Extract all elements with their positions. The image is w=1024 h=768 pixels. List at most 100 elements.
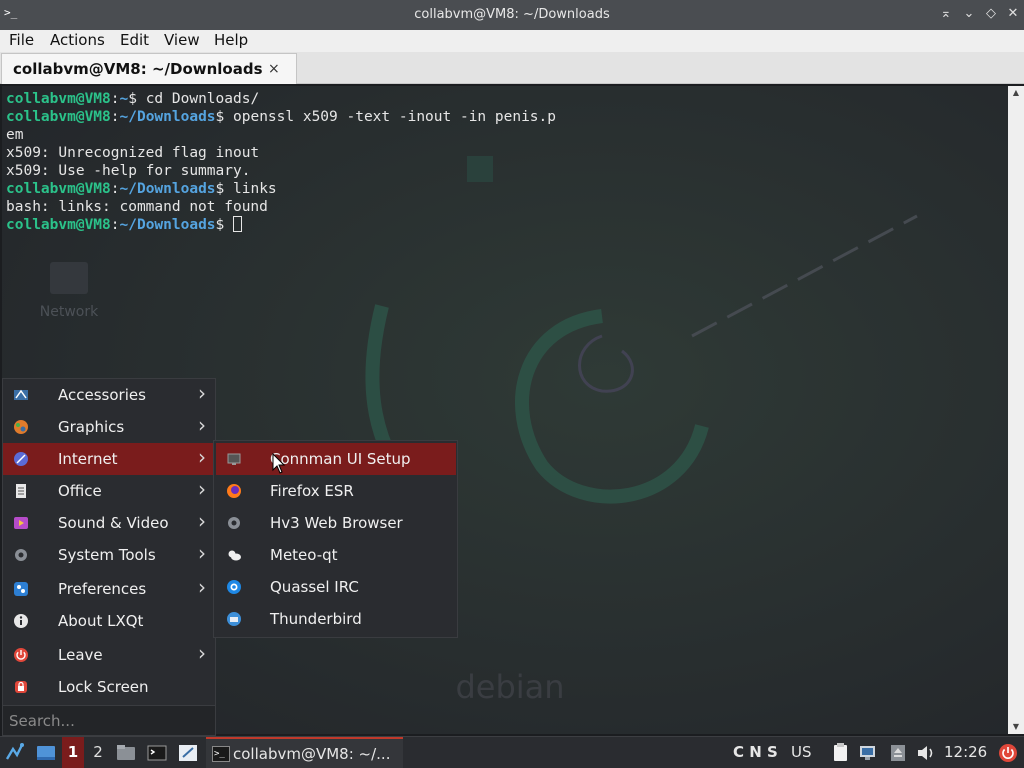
chevron-right-icon: › [198,575,206,599]
prompt-user: collabvm@VM8 [6,109,111,125]
menu-item-label: Accessories [58,386,146,404]
thunderbird-icon [226,611,242,627]
text-editor-launcher[interactable] [176,737,200,768]
submenu-item-label: Hv3 Web Browser [270,514,403,532]
close-icon[interactable]: ✕ [1005,6,1021,22]
menu-item-accessories[interactable]: Accessories › [3,379,215,411]
menu-item-graphics[interactable]: Graphics › [3,411,215,443]
terminal-prompt-line: collabvm@VM8:~$ cd Downloads/ [6,91,260,107]
window-titlebar[interactable]: >_ collabvm@VM8: ~/Downloads ⌅ ⌄ ◇ ✕ [0,0,1024,30]
menu-item-internet[interactable]: Internet › [3,443,215,475]
connman-icon [226,451,242,467]
chevron-right-icon: › [198,381,206,405]
menu-item-leave[interactable]: Leave › [3,639,215,671]
prompt-path: ~/Downloads [119,181,216,197]
volume-tray-button[interactable] [915,737,937,768]
prompt-user: collabvm@VM8 [6,217,111,233]
menu-item-label: Leave [58,646,103,664]
submenu-item-label: Thunderbird [270,610,362,628]
submenu-item-label: Meteo-qt [270,546,338,564]
terminal-output-line: em [6,127,24,143]
terminal-output-line: x509: Unrecognized flag inout [6,145,260,161]
folder-icon [117,745,135,760]
scroll-up-icon[interactable]: ▲ [1011,88,1021,98]
removable-media-tray-button[interactable] [887,737,909,768]
keep-above-icon[interactable]: ⌅ [938,6,954,22]
menu-item-about-lxqt[interactable]: About LXQt [3,605,215,637]
menu-item-label: About LXQt [58,612,144,630]
submenu-item-hv3-web-browser[interactable]: Hv3 Web Browser [216,507,456,539]
submenu-item-label: Firefox ESR [270,482,354,500]
menu-item-system-tools[interactable]: System Tools › [3,539,215,571]
workspace-2-button[interactable]: 2 [88,737,108,768]
network-tray-button[interactable] [857,737,879,768]
scroll-down-icon[interactable]: ▼ [1011,722,1021,732]
terminal-scrollbar[interactable]: ▲ ▼ [1008,86,1024,734]
menu-search-input[interactable] [5,709,211,733]
tab-label: collabvm@VM8: ~/Downloads [13,60,263,78]
chevron-right-icon: › [198,413,206,437]
tab-close-icon[interactable]: × [268,61,280,77]
prompt-command: openssl x509 -text -inout -in penis.p [233,109,557,125]
lock-icon [13,679,29,695]
menu-item-label: Office [58,482,102,500]
window-title: collabvm@VM8: ~/Downloads [414,7,610,22]
debian-logo-text: debian [455,668,564,706]
internet-icon [13,451,29,467]
menu-help[interactable]: Help [213,31,249,51]
internet-submenu: Connman UI Setup Firefox ESR Hv3 Web Brows… [213,440,458,638]
hv3-icon [226,515,242,531]
taskbar-task-terminal[interactable]: >_ collabvm@VM8: ~/... [206,737,403,768]
menu-item-sound-video[interactable]: Sound & Video › [3,507,215,539]
keyboard-layout-indicator[interactable]: US [791,743,812,761]
system-tools-icon [13,547,29,563]
menu-search [3,705,215,735]
eject-icon [891,745,905,761]
start-menu-button[interactable] [2,737,28,768]
menu-file[interactable]: File [8,31,35,51]
menu-actions[interactable]: Actions [49,31,106,51]
terminal-launcher[interactable] [145,737,169,768]
minimize-icon[interactable]: ⌄ [961,6,977,22]
office-icon [13,483,29,499]
show-desktop-button[interactable] [34,737,58,768]
menu-view[interactable]: View [163,31,201,51]
terminal-output-line: bash: links: command not found [6,199,268,215]
desktop-icon [37,746,55,760]
submenu-item-firefox-esr[interactable]: Firefox ESR [216,475,456,507]
file-manager-launcher[interactable] [114,737,138,768]
prompt-command: links [233,181,277,197]
menu-item-office[interactable]: Office › [3,475,215,507]
workspace-1-button[interactable]: 1 [62,737,84,768]
terminal-task-icon: >_ [212,746,230,762]
sound-video-icon [13,515,29,531]
submenu-item-connman-ui-setup[interactable]: Connman UI Setup [216,443,456,475]
info-icon [13,613,29,629]
terminal-icon [147,745,167,761]
network-label: Network [40,304,99,320]
prompt-command: cd Downloads/ [145,91,260,107]
submenu-item-quassel-irc[interactable]: Quassel IRC [216,571,456,603]
prompt-user: collabvm@VM8 [6,91,111,107]
meteo-icon [226,547,242,563]
chevron-right-icon: › [198,509,206,533]
taskbar: 1 2 >_ collabvm@VM8: ~/... C N S US 12:2… [0,736,1024,768]
tab-strip: collabvm@VM8: ~/Downloads × [0,52,1024,84]
terminal-tab[interactable]: collabvm@VM8: ~/Downloads × [1,53,297,84]
menu-item-label: Graphics [58,418,125,436]
menu-item-label: System Tools [58,546,156,564]
maximize-icon[interactable]: ◇ [983,6,999,22]
submenu-item-label: Connman UI Setup [270,450,411,468]
power-tray-button[interactable] [996,737,1020,768]
submenu-item-meteo-qt[interactable]: Meteo-qt [216,539,456,571]
tray-cns-indicator[interactable]: C N S [733,743,778,761]
menu-item-lock-screen[interactable]: Lock Screen [3,671,215,703]
clock[interactable]: 12:26 [944,743,987,761]
clipboard-tray-button[interactable] [830,737,852,768]
menu-edit[interactable]: Edit [119,31,150,51]
application-menu: Accessories › Graphics › Internet › Office › Sou… [2,378,216,736]
menu-item-preferences[interactable]: Preferences › [3,573,215,605]
mouse-pointer-icon [272,453,286,474]
power-icon [13,647,29,663]
submenu-item-thunderbird[interactable]: Thunderbird [216,603,456,635]
